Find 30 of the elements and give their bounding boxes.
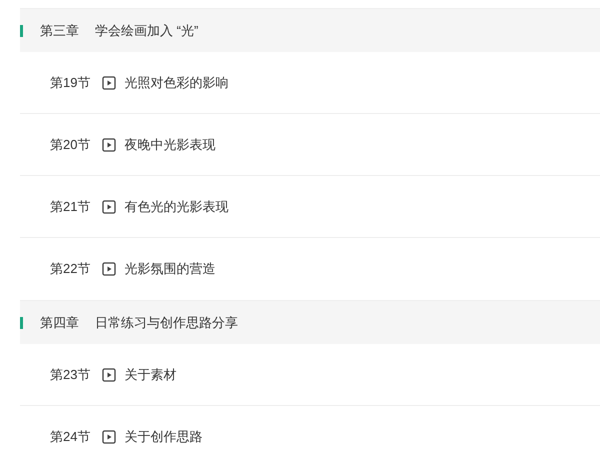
- lesson-row[interactable]: 第21节 有色光的光影表现: [20, 176, 600, 238]
- lesson-row[interactable]: 第23节 关于素材: [20, 344, 600, 406]
- play-icon: [102, 200, 116, 214]
- lesson-number: 第19节: [50, 74, 90, 92]
- chapter-number: 第四章: [40, 314, 79, 332]
- chapter-number: 第三章: [40, 22, 79, 40]
- lesson-number: 第23节: [50, 366, 90, 384]
- lesson-row[interactable]: 第19节 光照对色彩的影响: [20, 52, 600, 114]
- lesson-number: 第20节: [50, 136, 90, 154]
- lesson-title: 关于创作思路: [124, 428, 202, 446]
- chapter-marker: [20, 24, 23, 36]
- play-icon: [102, 368, 116, 382]
- play-icon: [102, 76, 116, 90]
- play-icon: [102, 138, 116, 152]
- lesson-title: 有色光的光影表现: [124, 198, 228, 216]
- lesson-row[interactable]: 第22节 光影氛围的营造: [20, 238, 600, 300]
- chapter-title: 日常练习与创作思路分享: [95, 314, 238, 332]
- lesson-title: 关于素材: [124, 366, 176, 384]
- lesson-title: 夜晚中光影表现: [124, 136, 216, 154]
- chapter-title: 学会绘画加入 “光”: [95, 22, 198, 40]
- play-icon: [102, 430, 116, 444]
- lesson-number: 第24节: [50, 428, 90, 446]
- lesson-title: 光照对色彩的影响: [124, 74, 228, 92]
- lesson-row[interactable]: 第20节 夜晚中光影表现: [20, 114, 600, 176]
- lesson-number: 第22节: [50, 260, 90, 278]
- lesson-number: 第21节: [50, 198, 90, 216]
- play-icon: [102, 262, 116, 276]
- lesson-title: 光影氛围的营造: [124, 260, 216, 278]
- chapter-marker: [20, 316, 23, 328]
- lesson-row[interactable]: 第24节 关于创作思路: [20, 406, 600, 465]
